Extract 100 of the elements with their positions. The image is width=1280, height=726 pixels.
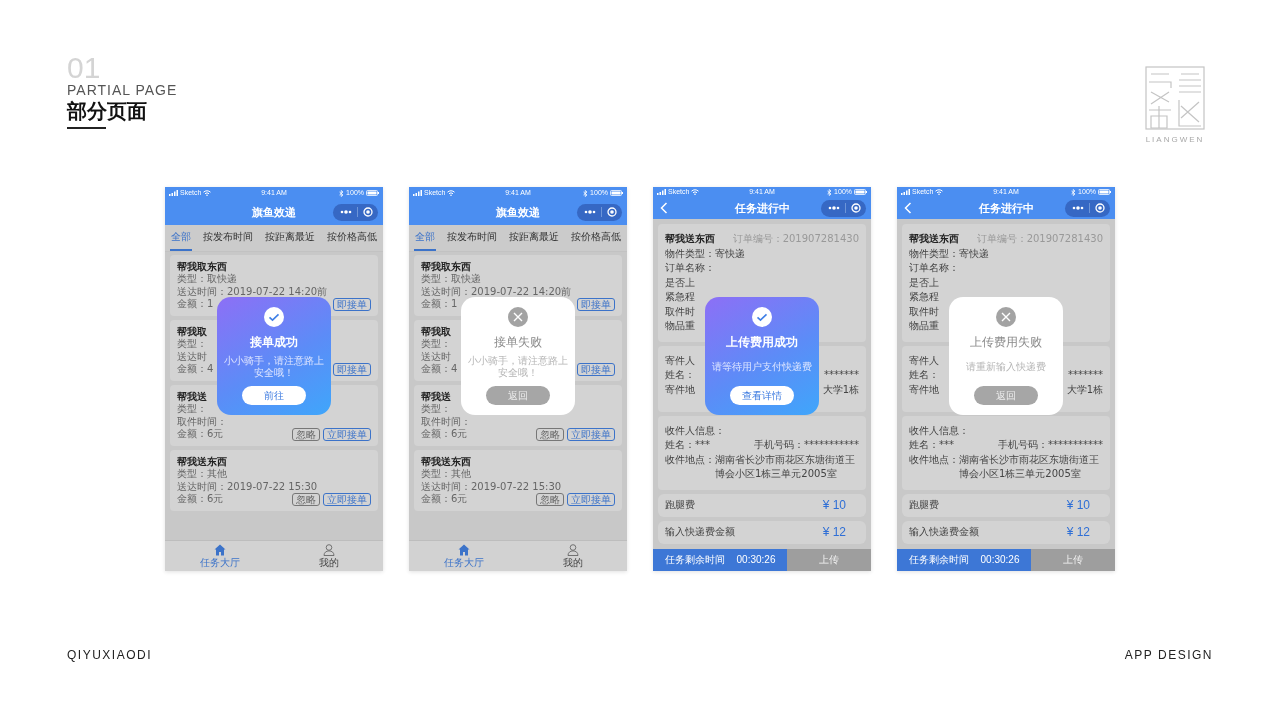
info-label: 寄件人 (909, 353, 939, 368)
home-icon (213, 544, 226, 556)
dialog-button[interactable]: 返回 (974, 386, 1038, 405)
target-icon[interactable] (1095, 203, 1105, 214)
section-subtitle: PARTIAL PAGE (67, 82, 178, 98)
order-title: 帮我取 (177, 325, 207, 338)
wifi-icon (203, 190, 212, 196)
fee-amount: ¥ 10 (1066, 498, 1090, 513)
battery-icon (366, 190, 379, 196)
screen-title: 任务进行中 (734, 200, 790, 216)
order-title: 帮我送 (421, 390, 451, 403)
dialog-button[interactable]: 返回 (486, 386, 550, 405)
ignore-button[interactable]: 忽略 (292, 428, 320, 441)
filter-tab[interactable]: 按发布时间 (446, 225, 498, 251)
order-title: 帮我送东西 (421, 455, 471, 468)
filter-tab[interactable]: 全部 (414, 225, 436, 251)
order-title: 帮我送东西 (177, 455, 227, 468)
fee-amount: ¥ 10 (822, 498, 846, 513)
accept-button[interactable]: 即接单 (577, 298, 615, 311)
order-amount: 金额：6元 (421, 428, 468, 441)
wifi-icon (691, 189, 700, 196)
more-icon[interactable] (828, 206, 840, 211)
info-value: 湖南省长沙市雨花区东塘街道王博会小区1栋三单元2005室 (959, 452, 1100, 482)
check-icon (752, 307, 772, 327)
close-icon (996, 307, 1016, 327)
back-icon[interactable] (660, 202, 668, 215)
tab-bar-item[interactable]: 任务大厅 (165, 541, 274, 571)
home-icon (457, 544, 470, 556)
ignore-button[interactable]: 忽略 (292, 493, 320, 506)
order-title: 帮我取东西 (421, 260, 471, 273)
info-value: 手机号码：*********** (754, 438, 859, 453)
order-title: 帮我送东西 (909, 232, 959, 247)
filter-tab[interactable]: 按发布时间 (202, 225, 254, 251)
order-detail: 送达时间：2019-07-22 15:30 (421, 480, 562, 493)
ignore-button[interactable]: 忽略 (536, 493, 564, 506)
order-amount: 金额：6元 (177, 493, 224, 506)
order-detail: 取件时间： (177, 415, 227, 428)
footer-label: APP DESIGN (1124, 648, 1213, 662)
more-icon[interactable] (584, 210, 596, 214)
info-label: 寄件地 (665, 382, 695, 397)
order-title: 帮我送 (177, 390, 207, 403)
filter-tab[interactable]: 按距离最近 (508, 225, 560, 251)
timer-value: 00:30:26 (736, 554, 776, 566)
dialog-title: 接单成功 (250, 335, 298, 350)
timer-label: 任务剩余时间 (908, 552, 969, 567)
order-amount: 金额：1 (421, 298, 458, 311)
more-icon[interactable] (340, 210, 352, 214)
target-icon[interactable] (363, 207, 373, 217)
info-label: 姓名： (665, 368, 695, 383)
order-detail: 类型： (177, 403, 207, 416)
info-label: 物品重 (665, 319, 695, 334)
tab-bar-item[interactable]: 我的 (518, 541, 627, 571)
info-value: 大学1栋 (822, 382, 859, 397)
fee-label: 跑腿费 (665, 498, 695, 513)
order-amount: 金额：1 (177, 298, 214, 311)
person-icon (322, 544, 335, 556)
accept-button[interactable]: 即接单 (333, 363, 371, 376)
battery-icon (1098, 189, 1111, 196)
order-detail: 送达时间：2019-07-22 14:20前 (177, 285, 328, 298)
filter-tab[interactable]: 按距离最近 (264, 225, 316, 251)
logo-drawing (1145, 66, 1205, 130)
accept-button[interactable]: 立即接单 (567, 493, 615, 506)
info-value: 湖南省长沙市雨花区东塘街道王博会小区1栋三单元2005室 (715, 452, 856, 482)
accept-button[interactable]: 立即接单 (323, 493, 371, 506)
accept-button[interactable]: 即接单 (577, 363, 615, 376)
order-title: 帮我送东西 (665, 232, 715, 247)
order-detail: 送达时间：2019-07-22 15:30 (177, 480, 318, 493)
accept-button[interactable]: 立即接单 (567, 428, 615, 441)
bluetooth-icon (1071, 188, 1077, 196)
dialog-button[interactable]: 前往 (242, 386, 306, 405)
dialog-title: 上传费用成功 (726, 335, 798, 350)
dialog-message: 小小骑手，请注意路上安全哦！ (223, 355, 325, 379)
order-amount: 金额：4 (177, 363, 214, 376)
accept-button[interactable]: 立即接单 (323, 428, 371, 441)
target-icon[interactable] (607, 207, 617, 217)
target-icon[interactable] (851, 203, 861, 214)
filter-tab[interactable]: 按价格高低 (326, 225, 378, 251)
tab-bar-item[interactable]: 任务大厅 (409, 541, 518, 571)
order-detail: 送达时 (177, 350, 207, 363)
info-label: 紧急程 (665, 290, 695, 305)
wifi-icon (447, 190, 456, 196)
filter-tab[interactable]: 按价格高低 (570, 225, 622, 251)
signal-icon (169, 190, 178, 196)
signal-icon (413, 190, 422, 196)
info-label: 收件人信息： (665, 423, 725, 438)
more-icon[interactable] (1072, 206, 1084, 211)
info-label: 收件地点： (909, 452, 959, 467)
info-label: 寄件人 (665, 353, 695, 368)
back-icon[interactable] (904, 202, 912, 215)
info-label: 订单名称： (665, 261, 715, 276)
dialog-title: 上传费用失败 (970, 335, 1042, 350)
filter-tab[interactable]: 全部 (170, 225, 192, 251)
person-icon (566, 544, 579, 556)
order-detail: 送达时 (421, 350, 451, 363)
fee-label: 输入快递费金额 (909, 525, 979, 540)
tab-bar-item[interactable]: 我的 (274, 541, 383, 571)
info-label: 是否上 (665, 275, 695, 290)
ignore-button[interactable]: 忽略 (536, 428, 564, 441)
dialog-button[interactable]: 查看详情 (730, 386, 794, 405)
accept-button[interactable]: 即接单 (333, 298, 371, 311)
